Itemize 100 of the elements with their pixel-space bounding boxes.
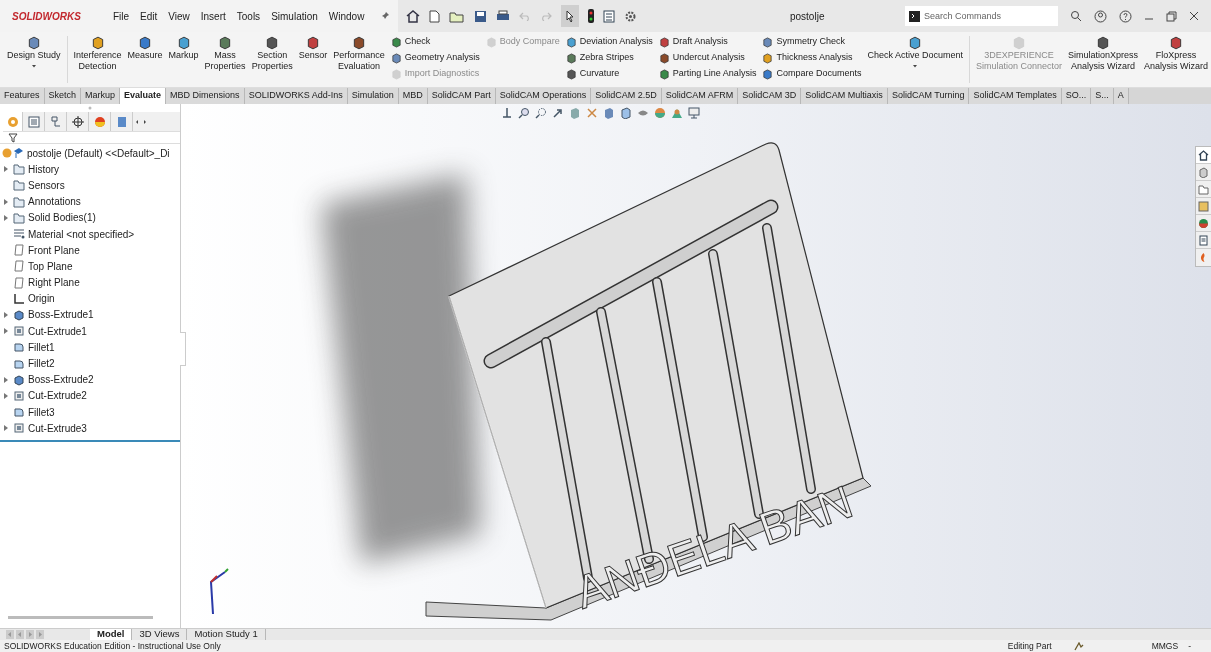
ribbon-button[interactable]: Design Study [4,32,64,87]
pin-icon[interactable] [380,11,391,21]
home-icon[interactable] [406,9,421,23]
tree-item[interactable]: Front Plane [28,242,80,258]
ribbon-tab[interactable]: SolidCAM Templates [969,88,1062,104]
filter-icon[interactable] [8,132,18,143]
user-icon[interactable] [1094,9,1107,23]
menu-item[interactable]: Tools [236,8,261,24]
tree-item[interactable]: Cut-Extrude1 [28,323,87,339]
ribbon-button[interactable]: Sensor [295,32,331,87]
tree-item[interactable]: Material <not specified> [28,226,135,242]
ribbon-button[interactable]: Measure [124,32,166,87]
ribbon-button[interactable]: Performance Evaluation [330,32,388,87]
view-orientation-icon[interactable] [501,107,513,119]
expand-arrow-icon[interactable] [4,328,8,335]
ribbon-tab[interactable]: MBD [398,88,428,104]
ribbon-tab[interactable]: SolidCAM 3D [738,88,802,104]
ribbon-button[interactable]: FloXpress Analysis Wizard [1141,32,1211,87]
ribbon-button[interactable]: Draft Analysis [658,35,757,49]
expand-arrow-icon[interactable] [4,166,8,173]
settings-icon[interactable] [624,9,638,23]
select-tool-button[interactable] [561,5,580,27]
ribbon-button[interactable]: Check [390,35,480,49]
ribbon-tab[interactable]: Features [0,88,45,104]
ribbon-button[interactable]: Symmetry Check [762,35,862,49]
tree-item[interactable]: Solid Bodies(1) [28,210,96,226]
tree-item[interactable]: Fillet2 [28,356,55,372]
tree-item[interactable]: Fillet3 [28,404,55,420]
ribbon-tab[interactable]: S... [1091,88,1114,104]
print-icon[interactable] [496,9,511,23]
ribbon-tab[interactable]: Simulation [347,88,399,104]
tree-item[interactable]: Fillet1 [28,339,55,355]
close-icon[interactable] [1189,11,1199,21]
save-icon[interactable] [474,9,488,23]
tree-item[interactable]: Cut-Extrude3 [28,420,87,436]
menu-item[interactable]: Insert [200,8,226,24]
ribbon-button[interactable]: Thickness Analysis [762,51,862,65]
ribbon-button[interactable]: Mass Properties [201,32,249,87]
ribbon-tab[interactable]: SolidCAM AFRM [661,88,739,104]
zoom-icon[interactable] [518,107,530,119]
tree-item[interactable]: Top Plane [28,258,73,274]
tree-item[interactable]: History [28,161,60,177]
menu-item[interactable]: File [112,8,129,24]
ribbon-tab[interactable]: SolidCAM Multiaxis [801,88,888,104]
tree-item[interactable]: Right Plane [28,275,80,291]
expand-arrow-icon[interactable] [4,198,8,205]
zoom-area-icon[interactable] [535,107,547,119]
ribbon-button[interactable]: Markup [165,32,202,87]
scene-icon[interactable] [671,107,683,119]
ribbon-button[interactable]: Undercut Analysis [658,51,757,65]
tree-item[interactable]: Annotations [28,194,81,210]
ribbon-tab[interactable]: Markup [81,88,121,104]
ribbon-button[interactable]: SimulationXpress Analysis Wizard [1065,32,1142,87]
ribbon-button[interactable]: Compare Documents [762,67,862,81]
home-tab-icon[interactable] [1196,147,1211,164]
tree-item[interactable]: Boss-Extrude1 [28,307,94,323]
ribbon-tab[interactable]: SolidCAM Part [427,88,496,104]
collapse-handle-icon[interactable] [88,106,92,110]
file-properties-icon[interactable] [603,9,616,23]
menu-item[interactable]: View [168,8,190,24]
menu-item[interactable]: Window [328,8,365,24]
appearance-icon[interactable] [654,107,666,119]
expand-arrow-icon[interactable] [4,392,8,399]
ribbon-tab[interactable]: Sketch [44,88,82,104]
ribbon-tab[interactable]: SolidCAM Operations [495,88,592,104]
traffic-light-icon[interactable] [588,9,595,23]
units-selector[interactable]: MMGS [1151,639,1179,652]
tree-item[interactable]: postolje (Default) <<Default>_Di [27,145,170,161]
tree-item[interactable]: Sensors [28,177,65,193]
menu-item[interactable]: Simulation [271,8,318,24]
tree-item[interactable]: Origin [28,291,55,307]
tree-item[interactable]: Cut-Extrude2 [28,388,87,404]
view-palette-tab-icon[interactable] [1196,198,1211,215]
menu-item[interactable]: Edit [140,8,158,24]
ribbon-button[interactable]: Deviation Analysis [565,35,653,49]
ribbon-button[interactable]: Zebra Stripes [565,51,653,65]
new-document-icon[interactable] [429,9,441,23]
custom-properties-tab-icon[interactable] [1196,232,1211,249]
ribbon-tab[interactable]: SOLIDWORKS Add-Ins [244,88,348,104]
ribbon-button[interactable]: Parting Line Analysis [658,67,757,81]
expand-arrow-icon[interactable] [4,311,8,318]
help-icon[interactable] [1119,9,1132,23]
expand-arrow-icon[interactable] [4,214,8,221]
monitor-icon[interactable] [688,107,700,119]
horizontal-scrollbar[interactable] [8,616,153,619]
ribbon-button[interactable]: Check Active Document [864,32,966,87]
tree-item[interactable]: Boss-Extrude2 [28,372,94,388]
ribbon-button[interactable]: Curvature [565,67,653,81]
ribbon-tab[interactable]: SolidCAM Turning [887,88,970,104]
search-icon[interactable] [1070,10,1082,22]
ribbon-button[interactable]: Interference Detection [70,32,125,87]
search-field[interactable]: Search Commands [905,6,1058,26]
rebuild-icon[interactable] [1073,641,1084,651]
ribbon-button[interactable]: Section Properties [248,32,296,87]
ribbon-tab[interactable]: Evaluate [120,88,167,104]
expand-arrow-icon[interactable] [4,425,8,432]
restore-icon[interactable] [1166,10,1177,22]
panel-splitter-handle[interactable] [180,332,186,366]
ribbon-tab[interactable]: SolidCAM 2.5D [591,88,662,104]
expand-arrow-icon[interactable] [4,376,8,383]
